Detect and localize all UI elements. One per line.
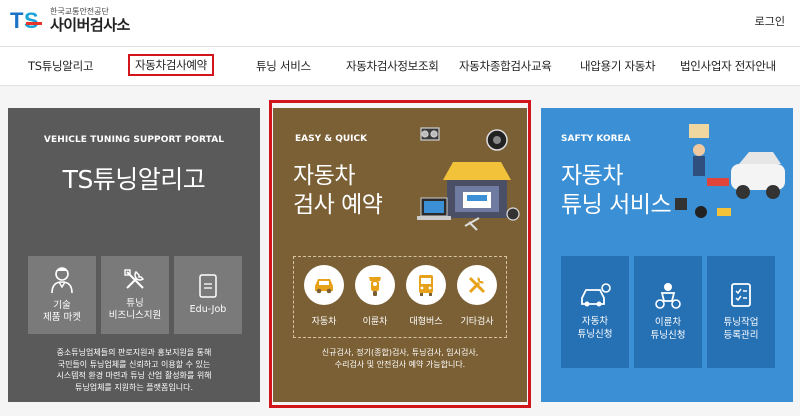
tile-tech-market[interactable]: 기술 제품 마켓 [28,256,96,334]
tile-label: 자동차 튜닝신청 [577,316,613,340]
nav-item-pressure-vessel[interactable]: 내압용기 자동차 [580,58,656,74]
nav-item-tuning-service[interactable]: 튜닝 서비스 [256,58,311,74]
motorcycle-rider-icon [655,283,681,309]
mechanic-car-illustration-icon [675,124,785,218]
tile-tuning-work-registration[interactable]: 튜닝작업 등록관리 [707,256,775,368]
selection-highlight [269,100,531,408]
panel-eyebrow: SAFTY KOREA [561,134,631,144]
tile-label: Edu-Job [189,304,227,316]
tile-label: 튜닝작업 등록관리 [723,317,759,341]
logo-title: 사이버검사소 [50,16,130,34]
logo[interactable]: TS 한국교통안전공단 사이버검사소 [10,8,130,33]
panel-description: 중소튜닝업체들의 판로지원과 홍보지원을 통해 국민들이 튜닝업체를 신뢰하고 … [56,348,212,392]
nav-item-ts-tuning[interactable]: TS튜닝알리고 [28,58,93,74]
tile-label: 튜닝 비즈니스지원 [108,298,162,321]
panel-title-line2: 튜닝 서비스 [561,191,672,218]
tile-motorcycle-tuning-apply[interactable]: 이륜차 튜닝신청 [634,256,702,368]
main-nav: TS튜닝알리고 자동차검사예약 튜닝 서비스 자동차검사정보조회 자동차종합검사… [0,46,800,86]
nav-item-corporate-notice[interactable]: 법인사업자 전자안내 [680,58,776,74]
checklist-icon [731,283,751,308]
tuning-portal-panel[interactable]: VEHICLE TUNING SUPPORT PORTAL TS튜닝알리고 기술… [8,108,260,402]
nav-item-inspection-education[interactable]: 자동차종합검사교육 [459,58,552,74]
panel-title: 자동차 튜닝 서비스 [561,162,672,220]
tile-tuning-business[interactable]: 튜닝 비즈니스지원 [101,256,169,334]
tile-label: 이륜차 튜닝신청 [650,317,686,341]
login-link[interactable]: 로그인 [755,13,785,29]
logo-subtitle: 한국교통안전공단 [50,7,109,16]
tile-label: 기술 제품 마켓 [43,300,81,323]
site-header: TS 한국교통안전공단 사이버검사소 로그인 [0,0,800,46]
tuning-service-panel[interactable]: SAFTY KOREA 자동차 튜닝 서비스 자동차 튜닝신청 이륜차 튜닝신청… [541,108,793,402]
mechanic-icon [51,267,73,294]
ts-logo-mark: TS [10,9,46,32]
panel-title-line1: 자동차 [561,163,623,189]
panel-title: TS튜닝알리고 [62,165,206,194]
tools-icon [124,269,145,289]
nav-item-inspection-info[interactable]: 자동차검사정보조회 [346,58,439,74]
car-tuning-icon [581,283,611,307]
nav-item-inspection-reservation[interactable]: 자동차검사예약 [128,54,214,76]
tile-car-tuning-apply[interactable]: 자동차 튜닝신청 [561,256,629,368]
panel-eyebrow: VEHICLE TUNING SUPPORT PORTAL [43,135,225,145]
document-icon [199,274,217,298]
tile-edu-job[interactable]: Edu-Job [174,256,242,334]
